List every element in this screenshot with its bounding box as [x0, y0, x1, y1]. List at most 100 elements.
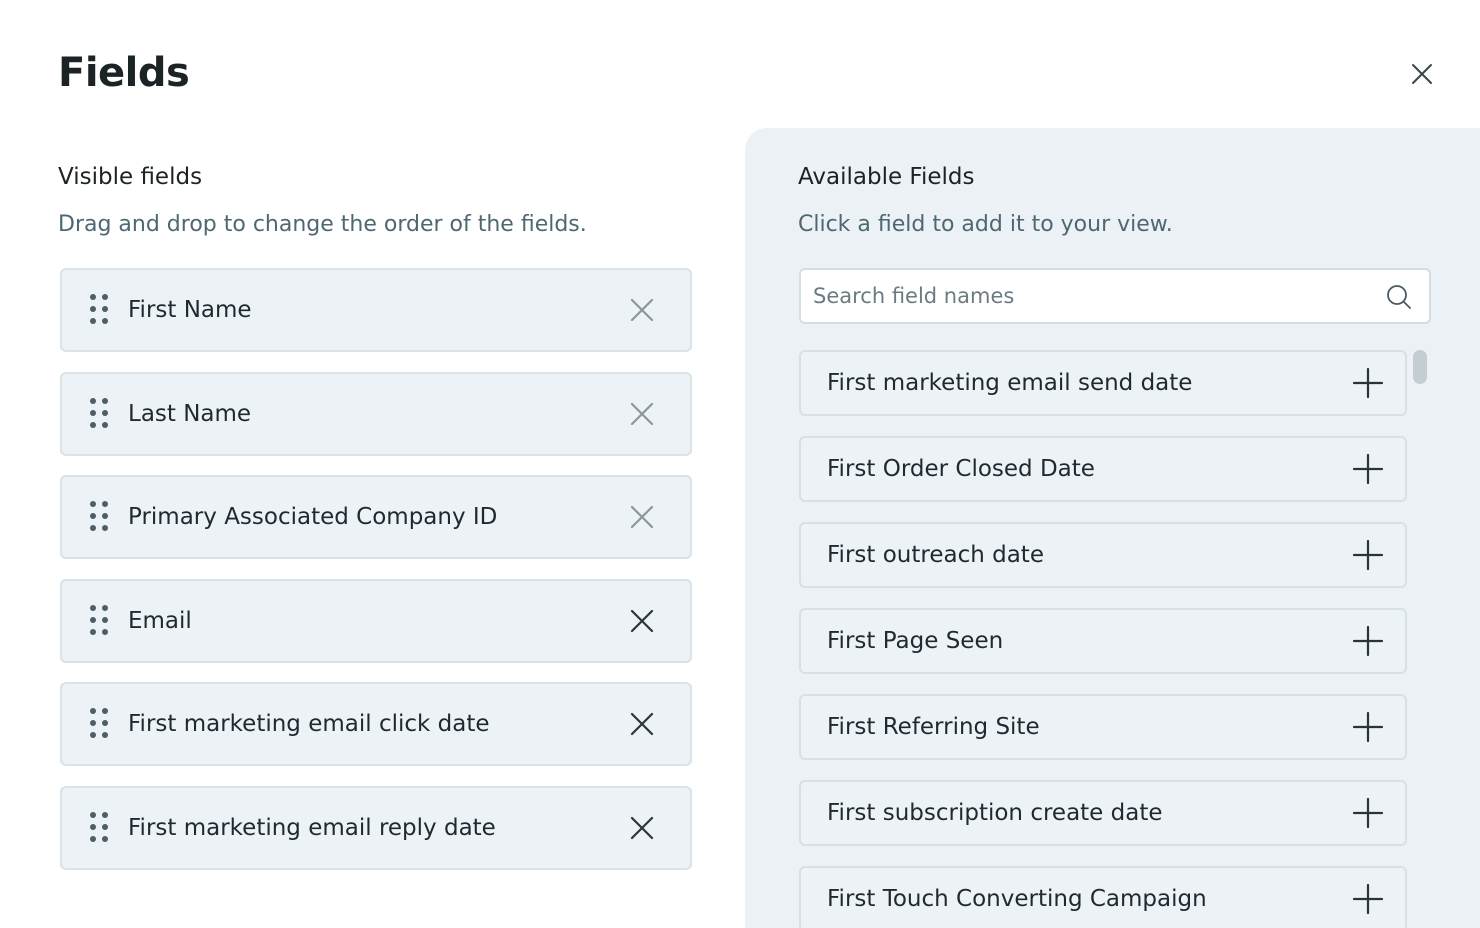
remove-field-button[interactable] [626, 501, 658, 533]
remove-icon [630, 298, 654, 322]
add-field-button[interactable] [1351, 452, 1385, 486]
available-field-item[interactable]: First Touch Converting Campaign [799, 866, 1407, 928]
visible-field-item[interactable]: Primary Associated Company ID [60, 475, 692, 559]
drag-dot [102, 732, 108, 738]
drag-dot [102, 720, 108, 726]
drag-dot [102, 513, 108, 519]
remove-field-button[interactable] [626, 708, 658, 740]
remove-field-button[interactable] [626, 605, 658, 637]
visible-field-label: Email [128, 607, 192, 634]
visible-fields-section: Visible fields Drag and drop to change t… [58, 164, 692, 237]
modal-title: Fields [58, 50, 190, 96]
drag-dot [90, 823, 96, 830]
available-field-item[interactable]: First subscription create date [799, 780, 1407, 846]
available-field-item[interactable]: First Order Closed Date [799, 436, 1407, 502]
remove-field-button[interactable] [626, 294, 658, 326]
plus-icon [1352, 453, 1384, 485]
drag-dot [90, 525, 96, 531]
drag-dot [90, 501, 96, 507]
add-field-button[interactable] [1351, 882, 1385, 916]
add-field-button[interactable] [1351, 624, 1385, 658]
drag-dot [90, 708, 96, 714]
drag-handle-icon[interactable] [90, 397, 110, 430]
drag-handle-icon[interactable] [90, 604, 110, 637]
fields-modal: Fields Visible fields Drag and drop to c… [0, 0, 1480, 928]
drag-dot [90, 306, 96, 312]
drag-dot [90, 397, 96, 404]
plus-icon [1352, 367, 1384, 399]
drag-dot [102, 708, 108, 714]
add-field-button[interactable] [1351, 538, 1385, 572]
plus-icon [1352, 625, 1384, 657]
remove-field-button[interactable] [626, 398, 658, 430]
search-icon[interactable] [1385, 283, 1413, 311]
drag-dot [90, 732, 96, 738]
drag-dot [102, 318, 108, 324]
available-field-item[interactable]: First outreach date [799, 522, 1407, 588]
available-fields-title: Available Fields [798, 164, 975, 190]
visible-fields-list: First Name Last Name Primary Associated Co… [60, 268, 692, 889]
drag-dot [102, 397, 108, 404]
visible-field-item[interactable]: Last Name [60, 371, 692, 456]
scrollbar-thumb[interactable] [1413, 350, 1427, 384]
available-field-item[interactable]: First marketing email send date [799, 350, 1407, 416]
add-field-button[interactable] [1351, 710, 1385, 744]
drag-dot [102, 306, 108, 312]
visible-field-label: First marketing email reply date [128, 814, 496, 841]
drag-dot [90, 409, 96, 416]
plus-icon [1352, 797, 1384, 829]
drag-dot [102, 501, 108, 507]
drag-dot [90, 513, 96, 519]
drag-dot [102, 823, 108, 830]
drag-dot [90, 294, 96, 300]
close-button[interactable] [1404, 56, 1440, 92]
drag-dot [102, 294, 108, 300]
visible-field-item[interactable]: Email [60, 578, 692, 663]
add-field-button[interactable] [1351, 796, 1385, 830]
drag-handle-icon[interactable] [90, 708, 110, 740]
plus-icon [1352, 539, 1384, 571]
drag-dot [102, 409, 108, 416]
plus-icon [1352, 711, 1384, 743]
visible-field-item[interactable]: First marketing email click date [60, 682, 692, 766]
drag-dot [90, 720, 96, 726]
visible-field-label: First marketing email click date [128, 711, 490, 737]
drag-dot [102, 616, 108, 623]
available-field-label: First Page Seen [827, 628, 1004, 654]
available-field-label: First outreach date [827, 542, 1044, 568]
close-icon [1412, 64, 1432, 84]
available-field-label: First subscription create date [827, 800, 1163, 826]
plus-icon [1352, 883, 1384, 915]
remove-field-button[interactable] [626, 812, 658, 844]
search-box [799, 268, 1431, 324]
drag-dot [90, 811, 96, 818]
visible-fields-hint: Drag and drop to change the order of the… [58, 212, 587, 237]
visible-fields-title: Visible fields [58, 164, 203, 190]
drag-dot [90, 318, 96, 324]
drag-handle-icon[interactable] [90, 501, 110, 533]
drag-dot [90, 604, 96, 611]
visible-field-item[interactable]: First Name [60, 268, 692, 352]
drag-handle-icon[interactable] [90, 811, 110, 844]
drag-dot [102, 835, 108, 842]
available-field-label: First Touch Converting Campaign [827, 886, 1207, 912]
search-input[interactable] [801, 270, 1371, 322]
drag-dot [102, 604, 108, 611]
drag-dot [102, 525, 108, 531]
drag-dot [102, 811, 108, 818]
drag-dot [102, 628, 108, 635]
drag-dot [90, 421, 96, 428]
remove-icon [630, 505, 654, 529]
available-field-item[interactable]: First Page Seen [799, 608, 1407, 674]
available-field-label: First marketing email send date [827, 370, 1193, 396]
visible-field-label: Last Name [128, 400, 252, 427]
drag-handle-icon[interactable] [90, 294, 110, 326]
available-field-label: First Referring Site [827, 714, 1040, 740]
available-fields-panel: Available Fields Click a field to add it… [745, 128, 1480, 928]
remove-icon [630, 609, 654, 632]
available-field-item[interactable]: First Referring Site [799, 694, 1407, 760]
add-field-button[interactable] [1351, 366, 1385, 400]
visible-field-item[interactable]: First marketing email reply date [60, 785, 692, 870]
available-field-label: First Order Closed Date [827, 456, 1095, 482]
visible-field-label: Primary Associated Company ID [128, 504, 498, 530]
